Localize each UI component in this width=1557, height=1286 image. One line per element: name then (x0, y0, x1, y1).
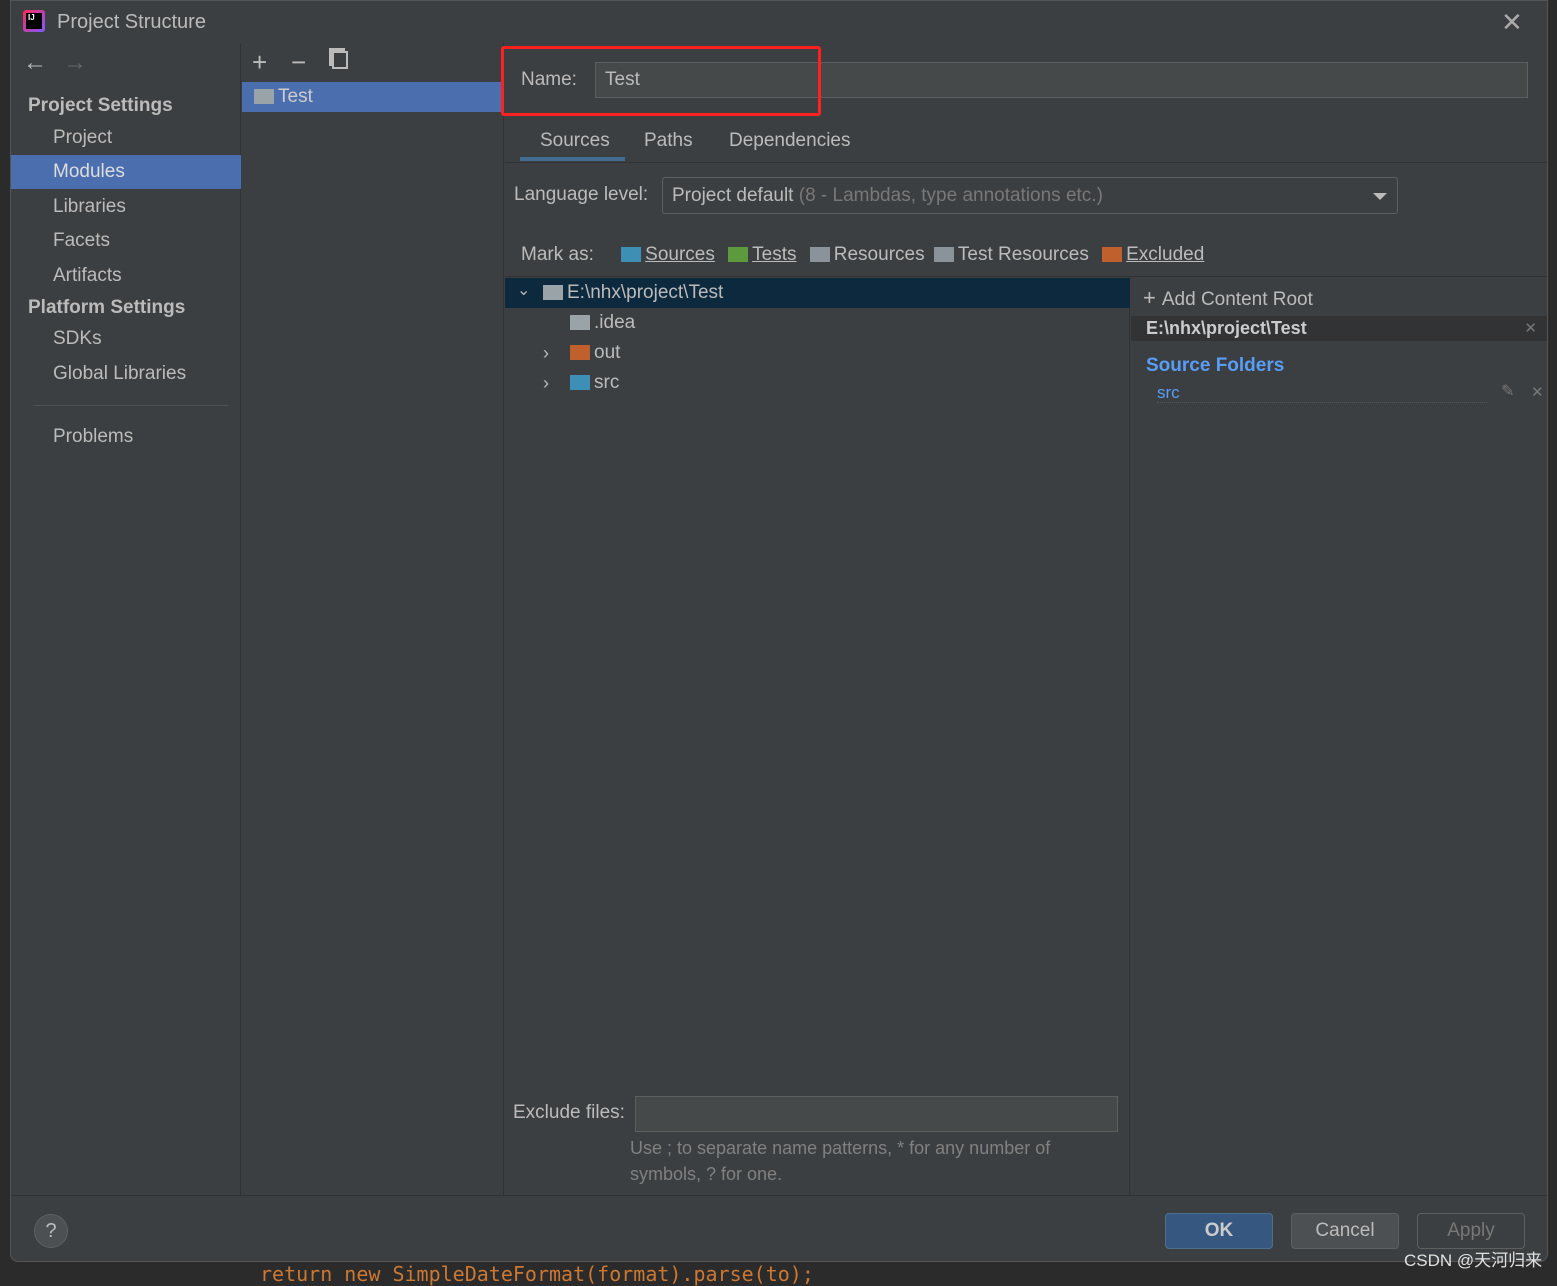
exclude-hint-line-2: symbols, ? for one. (630, 1164, 783, 1184)
sidebar-item-global-libraries[interactable]: Global Libraries (11, 357, 241, 391)
apply-button[interactable]: Apply (1417, 1213, 1525, 1249)
tree-row-out[interactable]: › out (505, 338, 1130, 368)
content-root-path-row[interactable]: E:\nhx\project\Test ✕ (1131, 316, 1547, 341)
cancel-button[interactable]: Cancel (1291, 1213, 1399, 1249)
excluded-folder-icon (1102, 247, 1123, 262)
sidebar-item-libraries[interactable]: Libraries (11, 190, 241, 224)
test-resources-folder-icon (933, 247, 954, 262)
sources-folder-icon (621, 247, 642, 262)
copy-icon[interactable] (332, 51, 348, 69)
exclude-files-input[interactable] (635, 1096, 1118, 1132)
minus-icon[interactable]: − (291, 47, 306, 78)
modules-panel: + − Test (242, 43, 504, 1195)
content-root-panel: + Add Content Root E:\nhx\project\Test ✕ … (1131, 277, 1547, 1195)
module-item-test[interactable]: Test (242, 82, 504, 112)
tree-row-idea[interactable]: .idea (505, 308, 1130, 338)
plus-icon: + (1143, 285, 1156, 310)
mark-as-bar: Mark as: Sources Tests Resources Test Re… (521, 244, 1204, 266)
edit-icon[interactable]: ✎ (1501, 381, 1514, 401)
tab-sources[interactable]: Sources (540, 127, 610, 161)
exclude-files-label: Exclude files: (513, 1102, 625, 1123)
sidebar-item-facets[interactable]: Facets (11, 224, 241, 258)
watermark: CSDN @天河归来 (1404, 1251, 1543, 1270)
mark-tests-button[interactable]: Tests (728, 244, 796, 265)
tab-sources-underline (520, 157, 625, 161)
folder-icon (570, 315, 590, 330)
mark-excluded-button[interactable]: Excluded (1102, 244, 1204, 265)
sidebar-item-sdks[interactable]: SDKs (11, 322, 241, 356)
app-logo: IJ (23, 10, 45, 32)
language-level-hint: (8 - Lambdas, type annotations etc.) (798, 185, 1103, 206)
divider (33, 405, 228, 406)
chevron-right-icon[interactable]: › (543, 368, 549, 398)
tab-dependencies[interactable]: Dependencies (729, 127, 850, 161)
plus-icon[interactable]: + (252, 47, 267, 78)
background-editor-line: return new SimpleDateFormat(format).pars… (260, 1262, 814, 1286)
mark-resources-button[interactable]: Resources (809, 244, 925, 265)
resources-folder-icon (809, 247, 830, 262)
language-level-value: Project default (672, 185, 794, 206)
mark-sources-button[interactable]: Sources (621, 244, 715, 265)
mark-test-resources-button[interactable]: Test Resources (933, 244, 1089, 265)
chevron-down-icon (1373, 193, 1387, 200)
folder-icon (543, 285, 563, 300)
exclude-hint-line-1: Use ; to separate name patterns, * for a… (630, 1138, 1051, 1158)
sidebar-item-project[interactable]: Project (11, 121, 241, 155)
tabs-divider (505, 162, 1547, 163)
remove-source-folder-icon[interactable]: ✕ (1531, 383, 1544, 401)
arrow-left-icon[interactable]: ← (23, 49, 47, 77)
tab-paths[interactable]: Paths (644, 127, 693, 161)
highlight-box (501, 46, 821, 116)
tree-row-root[interactable]: ⌄ E:\nhx\project\Test (505, 278, 1130, 308)
footer-divider (11, 1195, 1547, 1196)
mark-as-label: Mark as: (521, 244, 594, 265)
help-button[interactable]: ? (34, 1214, 68, 1248)
sources-folder-icon (570, 375, 590, 390)
project-settings-header: Project Settings (28, 95, 173, 116)
module-folder-icon (254, 89, 274, 104)
source-tree: ⌄ E:\nhx\project\Test .idea › out › src … (505, 277, 1130, 1195)
arrow-right-icon[interactable]: → (63, 49, 87, 77)
sidebar-item-modules[interactable]: Modules (11, 155, 241, 189)
remove-content-root-icon[interactable]: ✕ (1524, 316, 1537, 341)
add-content-root-button[interactable]: + Add Content Root (1143, 285, 1313, 311)
close-icon[interactable]: ✕ (1501, 7, 1523, 38)
source-folders-header: Source Folders (1146, 355, 1285, 376)
window-title: Project Structure (57, 11, 206, 33)
excluded-folder-icon (570, 345, 590, 360)
source-folder-row[interactable]: src (1157, 383, 1487, 403)
tree-row-src[interactable]: › src (505, 368, 1130, 398)
sidebar-item-problems[interactable]: Problems (11, 420, 241, 454)
platform-settings-header: Platform Settings (28, 297, 186, 318)
chevron-down-icon: ⌄ (517, 282, 531, 299)
project-structure-dialog: IJ Project Structure ✕ ← → Project Setti… (10, 0, 1548, 1262)
language-level-label: Language level: (514, 184, 649, 205)
tests-folder-icon (728, 247, 749, 262)
ok-button[interactable]: OK (1165, 1213, 1273, 1249)
chevron-right-icon[interactable]: › (543, 338, 549, 368)
language-level-dropdown[interactable]: Project default (8 - Lambdas, type annot… (662, 177, 1398, 214)
sidebar-item-artifacts[interactable]: Artifacts (11, 259, 241, 293)
sidebar: ← → Project Settings Project Modules Lib… (11, 43, 241, 1195)
module-label: Test (278, 86, 313, 107)
